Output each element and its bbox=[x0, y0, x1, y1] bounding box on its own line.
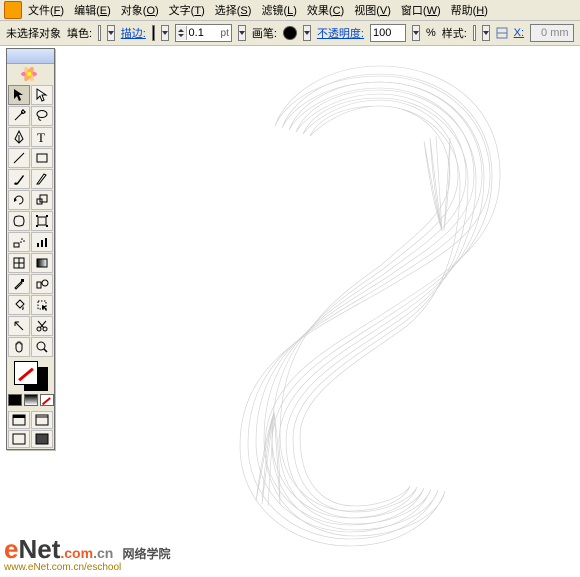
style-dropdown[interactable] bbox=[482, 25, 490, 41]
watermark-cn: .cn bbox=[93, 545, 113, 561]
stroke-weight-input[interactable] bbox=[187, 26, 221, 40]
options-bar: 未选择对象 填色: 描边: pt 画笔: 不透明度: % 样式: X: bbox=[0, 21, 580, 46]
x-coord-input[interactable] bbox=[539, 26, 573, 40]
stroke-weight-unit: pt bbox=[221, 28, 231, 39]
tool-rectangle[interactable] bbox=[31, 148, 53, 168]
tool-panel[interactable]: T bbox=[6, 48, 55, 450]
tool-scale[interactable] bbox=[31, 190, 53, 210]
menu-window[interactable]: 窗口(W) bbox=[397, 1, 445, 19]
menu-type[interactable]: 文字(T) bbox=[165, 1, 209, 19]
app-logo-flower-icon bbox=[7, 64, 51, 84]
tool-mesh[interactable] bbox=[8, 253, 30, 273]
screen-mode-presentation[interactable] bbox=[31, 430, 53, 448]
watermark-e: e bbox=[4, 534, 18, 564]
brush-dropdown[interactable] bbox=[303, 25, 311, 41]
tool-hand[interactable] bbox=[8, 337, 30, 357]
opacity-link[interactable]: 不透明度: bbox=[317, 25, 364, 41]
fill-swatch[interactable] bbox=[98, 25, 101, 41]
watermark-school: 网络学院 bbox=[123, 547, 171, 561]
tool-warp[interactable] bbox=[8, 211, 30, 231]
opacity-dropdown[interactable] bbox=[412, 25, 420, 41]
stroke-link[interactable]: 描边: bbox=[121, 25, 146, 41]
tool-pen[interactable] bbox=[8, 127, 30, 147]
menu-view[interactable]: 视图(V) bbox=[350, 1, 395, 19]
menu-help[interactable]: 帮助(H) bbox=[447, 1, 492, 19]
style-preview[interactable] bbox=[473, 25, 476, 41]
fill-label: 填色: bbox=[67, 25, 92, 41]
artwork-letter-s bbox=[80, 46, 580, 577]
tool-line-segment[interactable] bbox=[8, 148, 30, 168]
fill-stroke-swatches[interactable] bbox=[14, 361, 48, 391]
tool-zoom[interactable] bbox=[31, 337, 53, 357]
tool-eyedropper[interactable] bbox=[8, 274, 30, 294]
menu-filter[interactable]: 滤镜(L) bbox=[257, 1, 300, 19]
tool-column-graph[interactable] bbox=[31, 232, 53, 252]
tool-grid: T bbox=[7, 84, 54, 358]
tool-panel-titlebar[interactable] bbox=[7, 49, 54, 64]
opacity-unit: % bbox=[426, 27, 436, 39]
brush-preview[interactable] bbox=[283, 26, 297, 40]
menu-edit[interactable]: 编辑(E) bbox=[70, 1, 115, 19]
watermark: eNet.com.cn 网络学院 www.eNet.com.cn/eschool bbox=[4, 534, 171, 573]
tool-magic-wand[interactable] bbox=[8, 106, 30, 126]
app-icon bbox=[4, 1, 22, 19]
brush-label: 画笔: bbox=[252, 25, 277, 41]
style-label: 样式: bbox=[442, 25, 467, 41]
menu-effect[interactable]: 效果(C) bbox=[303, 1, 348, 19]
none-icon bbox=[99, 26, 100, 40]
tool-symbol-sprayer[interactable] bbox=[8, 232, 30, 252]
tool-paintbrush[interactable] bbox=[8, 169, 30, 189]
screen-mode-full-menu[interactable] bbox=[31, 411, 53, 429]
color-mode-none[interactable] bbox=[40, 394, 54, 406]
tool-selection[interactable] bbox=[8, 85, 30, 105]
watermark-net: Net bbox=[18, 534, 60, 564]
fill-color-swatch[interactable] bbox=[14, 361, 38, 385]
tool-live-paint-selection[interactable] bbox=[31, 295, 53, 315]
fill-dropdown[interactable] bbox=[107, 25, 115, 41]
color-section bbox=[7, 358, 54, 410]
tool-scissors[interactable] bbox=[31, 316, 53, 336]
tool-type[interactable]: T bbox=[31, 127, 53, 147]
stroke-weight-field[interactable]: pt bbox=[175, 24, 232, 42]
tool-slice[interactable] bbox=[8, 316, 30, 336]
brush-dot-icon bbox=[283, 26, 297, 40]
screen-mode-full[interactable] bbox=[8, 430, 30, 448]
watermark-com: .com bbox=[60, 545, 93, 561]
color-mode-gradient[interactable] bbox=[24, 394, 38, 406]
menu-file[interactable]: 文件(F) bbox=[24, 1, 68, 19]
selection-state: 未选择对象 bbox=[6, 25, 61, 41]
tool-direct-selection[interactable] bbox=[31, 85, 53, 105]
svg-text:T: T bbox=[37, 130, 45, 144]
tool-pencil[interactable] bbox=[31, 169, 53, 189]
tool-lasso[interactable] bbox=[31, 106, 53, 126]
color-mode-solid[interactable] bbox=[8, 394, 22, 406]
menu-bar: 文件(F) 编辑(E) 对象(O) 文字(T) 选择(S) 滤镜(L) 效果(C… bbox=[0, 0, 580, 21]
tool-rotate[interactable] bbox=[8, 190, 30, 210]
align-icon[interactable] bbox=[496, 26, 508, 40]
stroke-swatch[interactable] bbox=[152, 25, 155, 41]
canvas[interactable] bbox=[0, 46, 580, 577]
tool-live-paint-bucket[interactable] bbox=[8, 295, 30, 315]
screen-mode-normal[interactable] bbox=[8, 411, 30, 429]
tool-gradient[interactable] bbox=[31, 253, 53, 273]
tool-blend[interactable] bbox=[31, 274, 53, 294]
menu-object[interactable]: 对象(O) bbox=[117, 1, 163, 19]
opacity-input[interactable] bbox=[371, 26, 405, 40]
menu-select[interactable]: 选择(S) bbox=[211, 1, 256, 19]
opacity-field bbox=[370, 24, 406, 42]
stroke-dropdown[interactable] bbox=[161, 25, 169, 41]
x-coord-label[interactable]: X: bbox=[514, 27, 524, 39]
tool-free-transform[interactable] bbox=[31, 211, 53, 231]
stroke-weight-dropdown[interactable] bbox=[238, 25, 246, 41]
